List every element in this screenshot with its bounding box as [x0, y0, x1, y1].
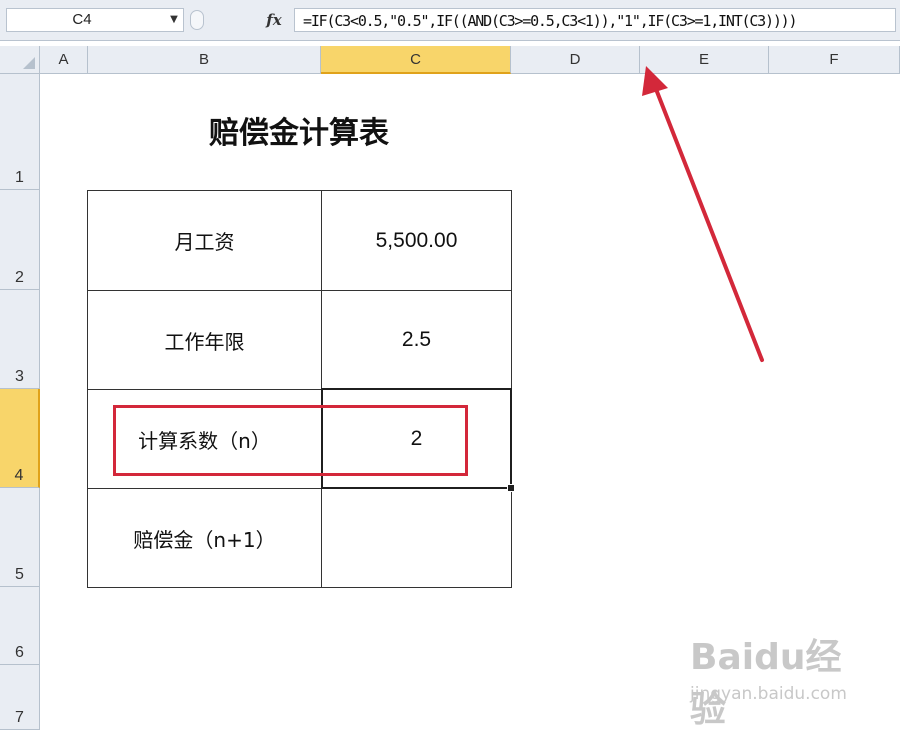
watermark: Baidu经验 jingyan.baidu.com	[690, 628, 870, 730]
watermark-brand: Baidu经验	[690, 637, 842, 730]
annotation-arrow	[642, 66, 764, 362]
watermark-site: jingyan.baidu.com	[690, 684, 847, 704]
